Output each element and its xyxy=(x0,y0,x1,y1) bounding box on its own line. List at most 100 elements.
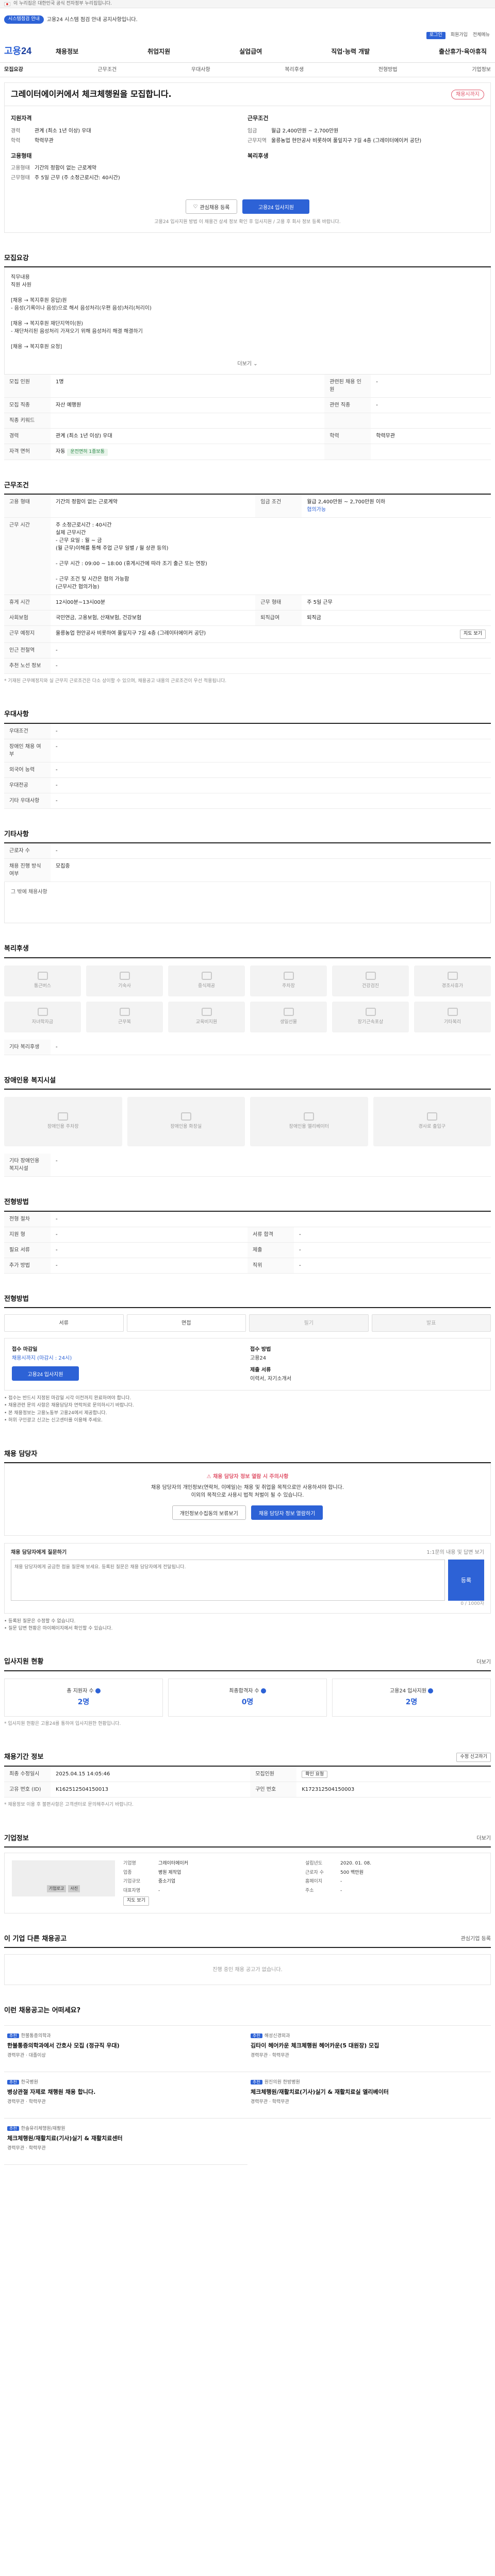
inquiry-history-link[interactable]: 1:1문의 내용 및 답변 보기 xyxy=(426,1549,484,1556)
company-title: 기업정보 xyxy=(4,1834,29,1842)
tab-0[interactable]: 모집요강 xyxy=(4,66,23,74)
status-label-text: 총 지원자 수 xyxy=(67,1688,94,1694)
row-value-text: 자산 예행원 xyxy=(56,402,81,408)
inquiry-submit-button[interactable]: 등록 xyxy=(448,1560,484,1601)
status-value: 2명 xyxy=(77,1698,90,1706)
inquiry-box: 채용 담당자에게 질문하기 1:1문의 내용 및 답변 보기 등록 0 / 10… xyxy=(4,1543,491,1614)
gnb-item-0[interactable]: 채용정보 xyxy=(56,47,78,56)
job-header: 그레이터에이커에서 체크체행원을 모집합니다. 채용시까지 지원자격 경력 관계 … xyxy=(4,82,491,233)
tab-3[interactable]: 복리후생 xyxy=(285,66,304,74)
tab-1[interactable]: 근무조건 xyxy=(97,66,117,74)
license-pill: 운전면허 1종보통 xyxy=(67,449,108,456)
view-contact-button[interactable]: 채용 담당자 정보 열람하기 xyxy=(251,1505,323,1520)
save-job-button[interactable]: ♡ 관심채용 등록 xyxy=(185,199,238,214)
notice-text[interactable]: 고용24 시스템 점검 안내 공지사항입니다. xyxy=(47,16,138,24)
gnb-item-3[interactable]: 직업·능력 개발 xyxy=(331,47,370,56)
row-key: 사회보험 xyxy=(4,610,51,626)
meta-section: 채용기간 정보 수정 신고하기 최종 수정일시 2025.04.15 14:05:4… xyxy=(4,1752,491,1813)
rec-company: 한국병원 xyxy=(21,2079,38,2085)
recommend-card[interactable]: 추천 해성신경외과 김타이 헤어카운 체크체행원 헤어카운(5 대원장) 모집 경력무… xyxy=(248,2026,491,2072)
rec-label: 추천 xyxy=(7,2033,19,2038)
contact-section: 채용 담당자 ⚠ 채용 담당자 정보 열람 시 주의사항 채용 담당자의 개인정… xyxy=(4,1449,491,1637)
row-value-text: - xyxy=(56,798,58,804)
meta-table: 최종 수정일시 2025.04.15 14:05:46 모집인원 확인 요청 고유 번호… xyxy=(4,1766,491,1798)
meta-note: * 채용정보 이용 후 불편사항은 고객센터로 문의해주시기 바랍니다. xyxy=(4,1802,134,1808)
row-key-2: 근무 형태 xyxy=(255,595,302,611)
apply-button-2[interactable]: 고용24 입사지원 xyxy=(12,1366,79,1381)
apply-button[interactable]: 고용24 입사지원 xyxy=(242,199,310,214)
row-key: 필요 서류 xyxy=(4,1242,51,1258)
disability-other-key: 기타 장애인용 복지시설 xyxy=(4,1154,51,1177)
inquiry-title: 채용 담당자에게 질문하기 xyxy=(11,1550,67,1556)
contact-notes: • 등록된 질문은 수정할 수 없습니다. • 질문 답변 현황은 마이페이지에서… xyxy=(4,1614,491,1637)
row-value-2 xyxy=(371,444,491,460)
row-key: 최종 수정일시 xyxy=(4,1766,51,1783)
co-value: 그레이터에이커 xyxy=(158,1861,188,1867)
gnb-item-1[interactable]: 취업지원 xyxy=(147,47,170,56)
rec-title: 병상관절 자제로 채행원 채용 합니다. xyxy=(7,2089,96,2096)
join-link[interactable]: 회원가입 xyxy=(451,32,468,39)
deadline-value: 채용시까지 (마감시 : 24시) xyxy=(12,1355,72,1361)
row-value-2-text: 주 5일 근무 xyxy=(307,600,333,605)
work-table: 고용 형태 기간의 정함이 없는 근로계약 임금 조건 월급 2,400만원 ~ 2,… xyxy=(4,495,491,674)
qualification-list: 경력 관계 (최소 1년 이상) 우대학력 학력무관 xyxy=(11,127,248,145)
row-value-text: - xyxy=(56,663,58,669)
char-counter: 0 / 1000자 xyxy=(460,1601,484,1607)
status-more-link[interactable]: 더보기 xyxy=(476,1658,491,1666)
kv-row: 학력 학력무관 xyxy=(11,137,248,145)
recruit-section: 모집요강 직무내용 직원 사원 [채용 → 복지후원 응답)원 - 음성(기록이나 … xyxy=(4,253,491,460)
row-value-2: 학력무관 xyxy=(371,428,491,444)
row-value: 관계 (최소 1년 이상) 우대 xyxy=(51,428,325,444)
inquiry-input[interactable] xyxy=(11,1560,445,1601)
welfare-item: 교육비지원 xyxy=(168,1001,245,1032)
company-map-button[interactable]: 지도 보기 xyxy=(123,1896,149,1906)
recommend-card[interactable]: 추천 한국병원 병상관절 자제로 채행원 채용 합니다. 경력무관 · 학력무관 xyxy=(4,2072,248,2119)
contact-text-2: 이외의 목적으로 사용시 법적 처벌이 될 수 있습니다. xyxy=(191,1493,304,1499)
recommend-card[interactable]: 추천 원진의원 한방병원 체크체행원/재활치료(기사)실기 & 재활치료실 엘리베이… xyxy=(248,2072,491,2119)
apply-note: 고용24 입사지원 방법 이 채용건 상세 정보 확인 후 입사지원 / 고용 … xyxy=(154,219,341,225)
row-value xyxy=(51,413,325,429)
gnb-item-4[interactable]: 출산휴가·육아휴직 xyxy=(439,47,487,56)
rec-top: 추천 원진의원 한방병원 xyxy=(251,2078,488,2087)
desc-line: [채용 → 복지후원 요청] xyxy=(11,344,62,350)
gov-banner: 이 누리집은 대한민국 공식 전자정부 누리집입니다. xyxy=(0,0,495,8)
row-value: - xyxy=(51,843,491,859)
tab-4[interactable]: 전형방법 xyxy=(378,66,398,74)
row-value-2: - xyxy=(294,1258,491,1274)
tab-2[interactable]: 우대사항 xyxy=(191,66,210,74)
map-button[interactable]: 지도 보기 xyxy=(460,630,486,639)
recruit-description: 직무내용 직원 사원 [채용 → 복지후원 응답)원 - 음성(기록이나 음성)으로… xyxy=(4,267,491,375)
row-value-text: - xyxy=(56,728,58,734)
row-value-text: - xyxy=(56,743,58,750)
row-value: - xyxy=(51,739,491,762)
report-button[interactable]: 수정 신고하기 xyxy=(456,1753,491,1762)
tab-5[interactable]: 기업정보 xyxy=(472,66,491,74)
disability-other-value: - xyxy=(51,1154,491,1177)
facility-label: 장애인용 화장실 xyxy=(170,1124,202,1130)
desc-line xyxy=(11,312,484,320)
sitemap-link[interactable]: 전체메뉴 xyxy=(473,32,490,39)
rec-label: 추천 xyxy=(251,2033,262,2038)
login-link[interactable]: 로그인 xyxy=(426,32,446,39)
privacy-consent-button[interactable]: 개인정보수집동의 보류보기 xyxy=(172,1505,246,1520)
notice-tag[interactable]: 시스템점검 안내 xyxy=(4,15,44,24)
confirm-request-button[interactable]: 확인 요청 xyxy=(302,1770,328,1778)
more-button[interactable]: 더보기 ⌄ xyxy=(11,360,484,368)
recommend-card[interactable]: 추천 한솔유리체행원/재활원 체크체행원/재활치료(기사)실기 & 재활치료센터 경력… xyxy=(4,2119,248,2165)
gnb-item-2[interactable]: 실업급여 xyxy=(239,47,262,56)
row-value-text: 모집중 xyxy=(56,863,70,869)
deadline-badge: 채용시까지 xyxy=(451,89,484,99)
rec-title: 한불통증의학과에서 간호사 모집 (정규직 우대) xyxy=(7,2042,120,2049)
similar-section: 이 기업 다른 채용공고 관심기업 등록 진행 중인 채용 공고가 없습니다. xyxy=(4,1934,491,1986)
welfare-label: 주차장 xyxy=(282,983,295,989)
row-key-2: 학력 xyxy=(324,428,371,444)
company-more-link[interactable]: 더보기 xyxy=(476,1835,491,1842)
kv-row: 경력 관계 (최소 1년 이상) 우대 xyxy=(11,127,248,135)
site-logo[interactable]: 고용24 xyxy=(4,44,56,58)
recommend-card[interactable]: 추천 한불통증의학과 한불통증의학과에서 간호사 모집 (정규직 우대) 경력무관 ·… xyxy=(4,2026,248,2072)
row-value: - xyxy=(51,1211,491,1227)
welfare-label: 교육비지원 xyxy=(195,1019,218,1025)
follow-company-link[interactable]: 관심기업 등록 xyxy=(461,1935,491,1943)
welfare-icon xyxy=(283,971,294,980)
doc-heading: 제출 서류 xyxy=(250,1367,271,1373)
